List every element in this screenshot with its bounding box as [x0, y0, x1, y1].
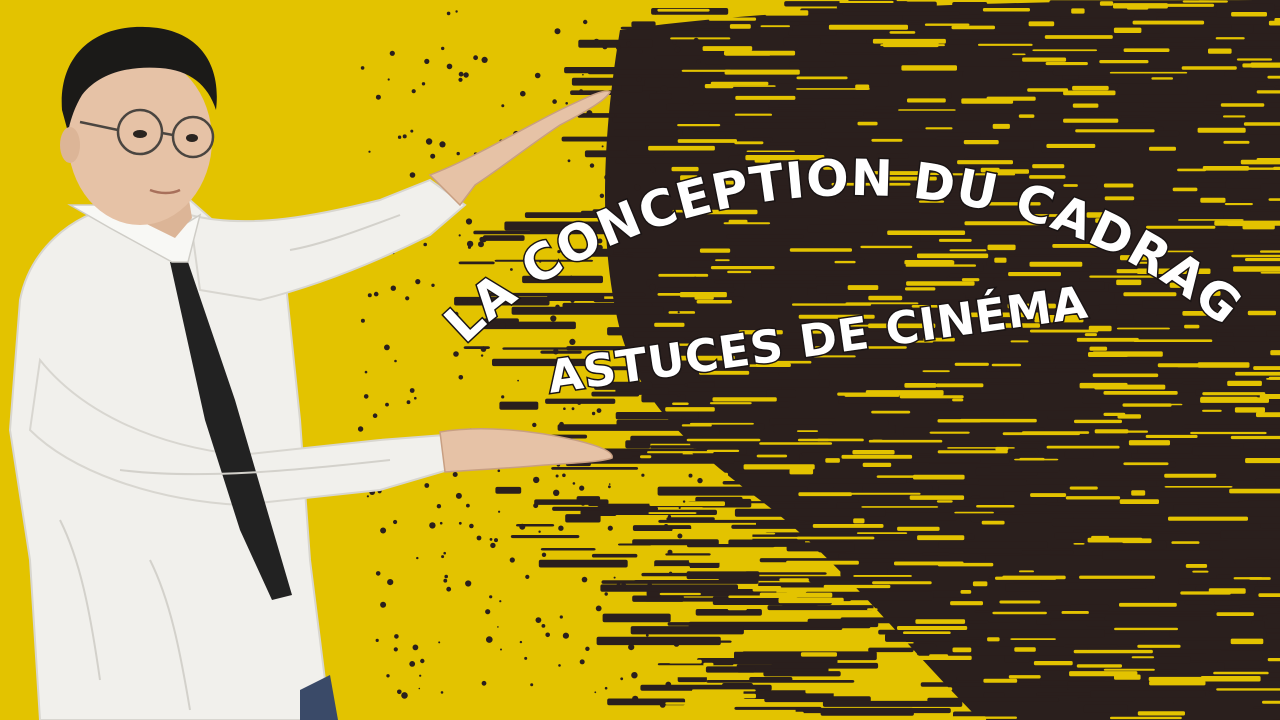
- title-layer: LA CONCEPTION DU CADRAGE ASTUCES DE CINÉ…: [0, 0, 1253, 405]
- thumbnail-canvas: LA CONCEPTION DU CADRAGE ASTUCES DE CINÉ…: [0, 0, 1280, 720]
- title-line2: ASTUCES DE CINÉMA: [544, 275, 1091, 403]
